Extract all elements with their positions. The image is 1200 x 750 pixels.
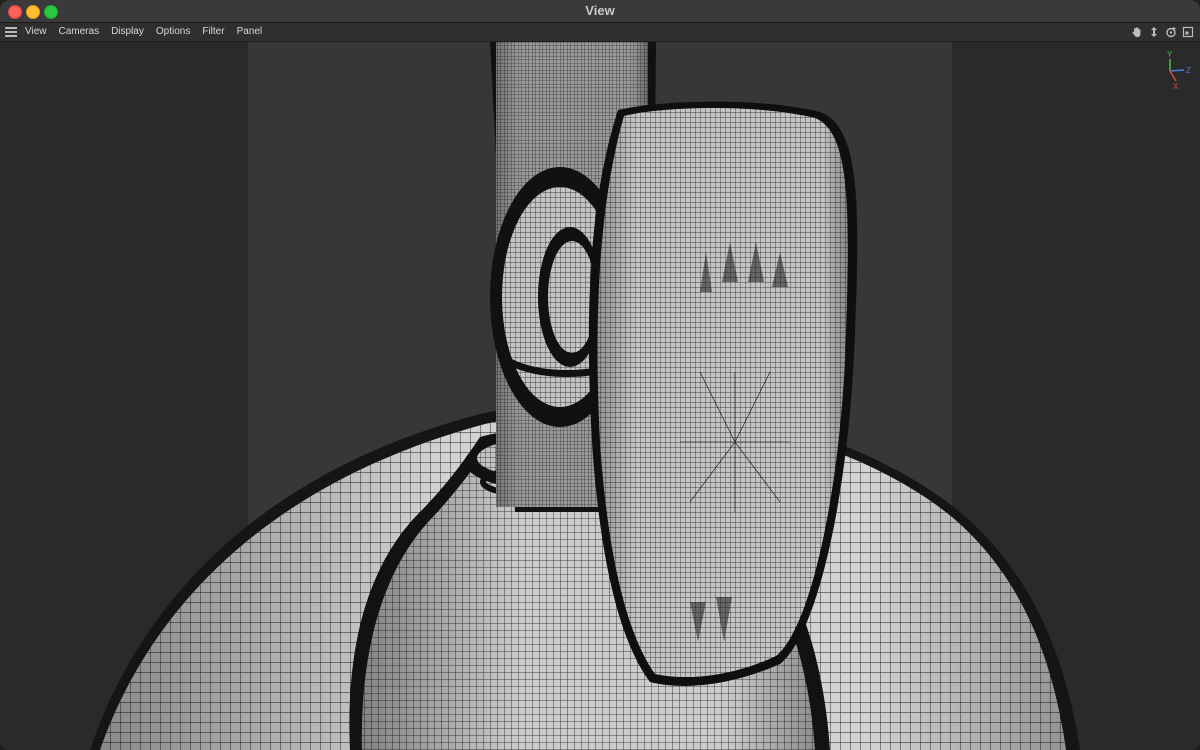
window-title: View (585, 3, 615, 18)
dolly-arrow-icon[interactable] (1148, 25, 1160, 38)
axis-y-label: Y (1167, 50, 1173, 59)
menu-options[interactable]: Options (156, 25, 190, 39)
orbit-rotate-icon[interactable] (1165, 25, 1177, 38)
axis-gizmo: Y Z X (1167, 50, 1191, 91)
menu-items: View Cameras Display Options Filter Pane… (25, 25, 274, 39)
app-window: View View Cameras Display Options Filter… (0, 0, 1200, 750)
3d-viewport[interactable]: Y Z X (0, 42, 1200, 750)
pan-hand-icon[interactable] (1131, 25, 1143, 38)
navigation-tools (1131, 25, 1194, 38)
menu-filter[interactable]: Filter (202, 25, 224, 39)
menu-bar: View Cameras Display Options Filter Pane… (0, 23, 1200, 42)
hamburger-menu-icon[interactable] (5, 27, 17, 37)
wireframe-model (90, 42, 1080, 750)
menu-cameras[interactable]: Cameras (59, 25, 100, 39)
menu-display[interactable]: Display (111, 25, 144, 39)
menu-view[interactable]: View (25, 25, 47, 39)
menu-panel[interactable]: Panel (237, 25, 263, 39)
title-bar[interactable]: View (0, 0, 1200, 23)
maximize-view-icon[interactable] (1182, 25, 1194, 38)
axis-x-label: X (1173, 82, 1179, 91)
axis-z-label: Z (1186, 66, 1191, 75)
